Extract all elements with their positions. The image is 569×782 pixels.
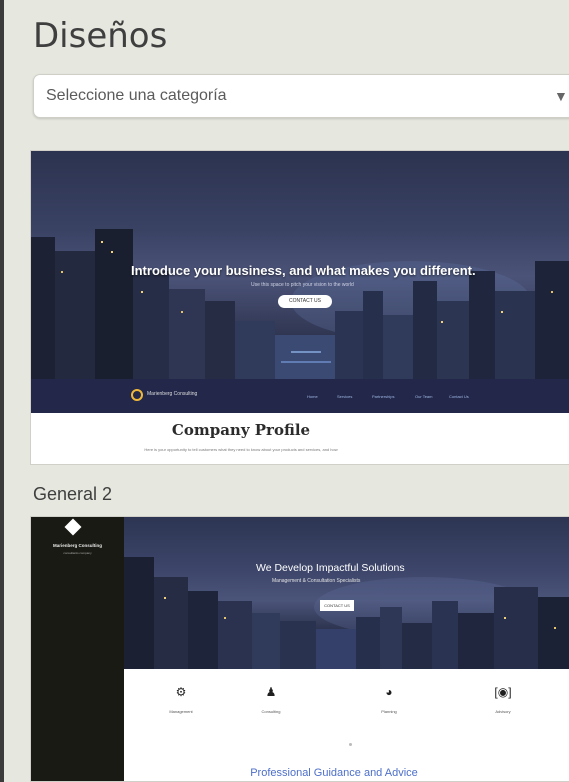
preview-nav-item: Partnerships: [372, 394, 395, 399]
preview-section-heading: Professional Guidance and Advice: [250, 767, 418, 779]
window-edge: [0, 0, 4, 782]
preview-nav-item: Contact Us: [449, 394, 469, 399]
pie-chart-icon: ◕: [385, 685, 393, 699]
preview-subtitle: Management & Consultation Specialists: [272, 578, 361, 584]
divider-dot: [349, 743, 352, 746]
design-label-general-2: General 2: [33, 484, 113, 504]
preview-company-profile-title: Company Profile: [171, 421, 311, 439]
design-card-general-2[interactable]: Marienberg Consulting consultants compan…: [30, 516, 569, 782]
preview-nav-item: Services: [337, 394, 353, 399]
preview-navbar: [31, 379, 569, 413]
preview-contact-button: CONTACT US: [278, 295, 332, 308]
service-label: Consulting: [261, 709, 281, 714]
preview-headline: Introduce your business, and what makes …: [131, 263, 476, 278]
logo-icon: [131, 389, 143, 401]
chevron-down-icon: ▼: [554, 88, 568, 104]
design-card-company-profile[interactable]: Introduce your business, and what makes …: [30, 150, 569, 465]
preview-description: Here is your opportunity to tell custome…: [144, 447, 338, 452]
preview-brand: Marienberg Consulting: [52, 543, 102, 548]
person-icon: ♟: [265, 685, 277, 699]
designs-panel: Diseños Seleccione una categoría ▼ Intro…: [0, 0, 569, 782]
diamond-logo-icon: [64, 518, 82, 536]
advisory-icon: [◉]: [494, 685, 512, 699]
page-title: Diseños: [33, 16, 168, 56]
service-label: Advisory: [495, 709, 511, 714]
service-label: Management: [169, 709, 193, 714]
preview-subtitle: Use this space to pitch your vision to t…: [251, 282, 354, 288]
preview-service-planning: ◕ Planning: [349, 685, 429, 714]
gear-icon: ⚙: [175, 685, 187, 699]
design-preview-hero: Introduce your business, and what makes …: [31, 151, 569, 413]
preview-service-consulting: ♟ Consulting: [231, 685, 311, 714]
preview-logo-text: Marienberg Consulting: [147, 391, 198, 397]
preview-nav-item: Home: [307, 394, 318, 399]
preview-tagline: consultants company: [63, 551, 92, 555]
preview-contact-button: CONTACT US: [320, 600, 354, 611]
preview-service-advisory: [◉] Advisory: [463, 685, 543, 714]
category-select[interactable]: Seleccione una categoría ▼: [33, 74, 569, 118]
service-label: Planning: [381, 709, 397, 714]
category-select-value: Seleccione una categoría: [46, 87, 227, 104]
preview-sidebar: Marienberg Consulting consultants compan…: [31, 517, 124, 781]
city-skyline-image: [124, 557, 569, 669]
preview-nav-item: Our Team: [415, 394, 433, 399]
preview-headline: We Develop Impactful Solutions: [256, 562, 405, 574]
design-preview-hero: We Develop Impactful Solutions Managemen…: [124, 517, 569, 669]
preview-service-management: ⚙ Management: [141, 685, 221, 714]
